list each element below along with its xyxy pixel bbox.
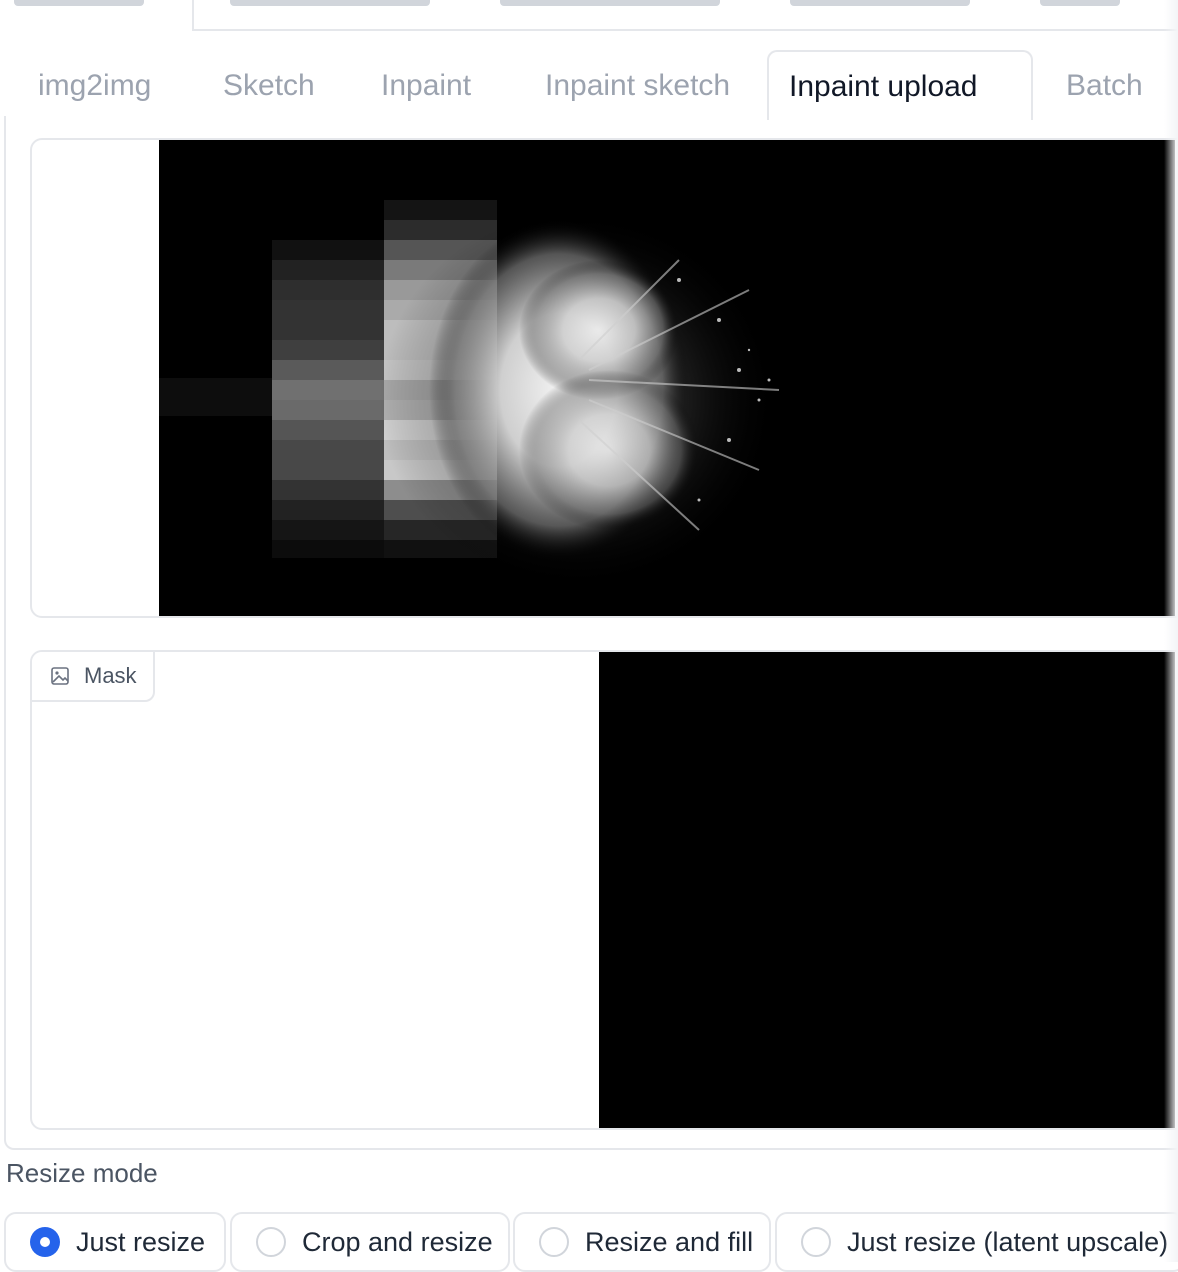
mask-image — [599, 652, 1175, 1128]
mask-image-upload[interactable]: Mask — [30, 650, 1178, 1130]
tab-inpaint[interactable]: Inpaint — [361, 56, 491, 116]
radio-label: Resize and fill — [585, 1226, 754, 1257]
mask-label-text: Mask — [84, 663, 137, 688]
source-image — [159, 140, 1175, 616]
radio-label: Crop and resize — [302, 1226, 493, 1257]
tab-img2img[interactable]: img2img — [18, 56, 171, 116]
scroll-edge-shadow — [1164, 0, 1178, 1262]
radio-unchecked-icon[interactable] — [256, 1227, 286, 1257]
radio-unchecked-icon[interactable] — [801, 1227, 831, 1257]
radio-crop-and-resize[interactable]: Crop and resize — [230, 1212, 510, 1272]
top-tab-strip — [0, 0, 1178, 32]
powder-explosion-image — [159, 140, 1175, 616]
tab-sketch[interactable]: Sketch — [203, 56, 335, 116]
radio-just-resize[interactable]: Just resize — [4, 1212, 226, 1272]
radio-checked-icon[interactable] — [30, 1227, 60, 1257]
resize-mode-label: Resize mode — [6, 1158, 158, 1188]
image-icon — [50, 666, 70, 686]
mask-label: Mask — [32, 652, 155, 702]
radio-resize-and-fill[interactable]: Resize and fill — [513, 1212, 771, 1272]
radio-label: Just resize — [76, 1226, 206, 1257]
source-image-upload[interactable] — [30, 138, 1178, 618]
radio-just-resize-latent-upscale[interactable]: Just resize (latent upscale) — [775, 1212, 1178, 1272]
radio-label: Just resize (latent upscale) — [847, 1226, 1169, 1257]
tab-inpaint-upload[interactable]: Inpaint upload — [767, 50, 1033, 120]
img2img-tab-bar: img2img Sketch Inpaint Inpaint sketch In… — [0, 50, 1178, 120]
tab-inpaint-sketch[interactable]: Inpaint sketch — [525, 56, 750, 116]
tab-batch[interactable]: Batch — [1046, 56, 1163, 116]
radio-unchecked-icon[interactable] — [539, 1227, 569, 1257]
